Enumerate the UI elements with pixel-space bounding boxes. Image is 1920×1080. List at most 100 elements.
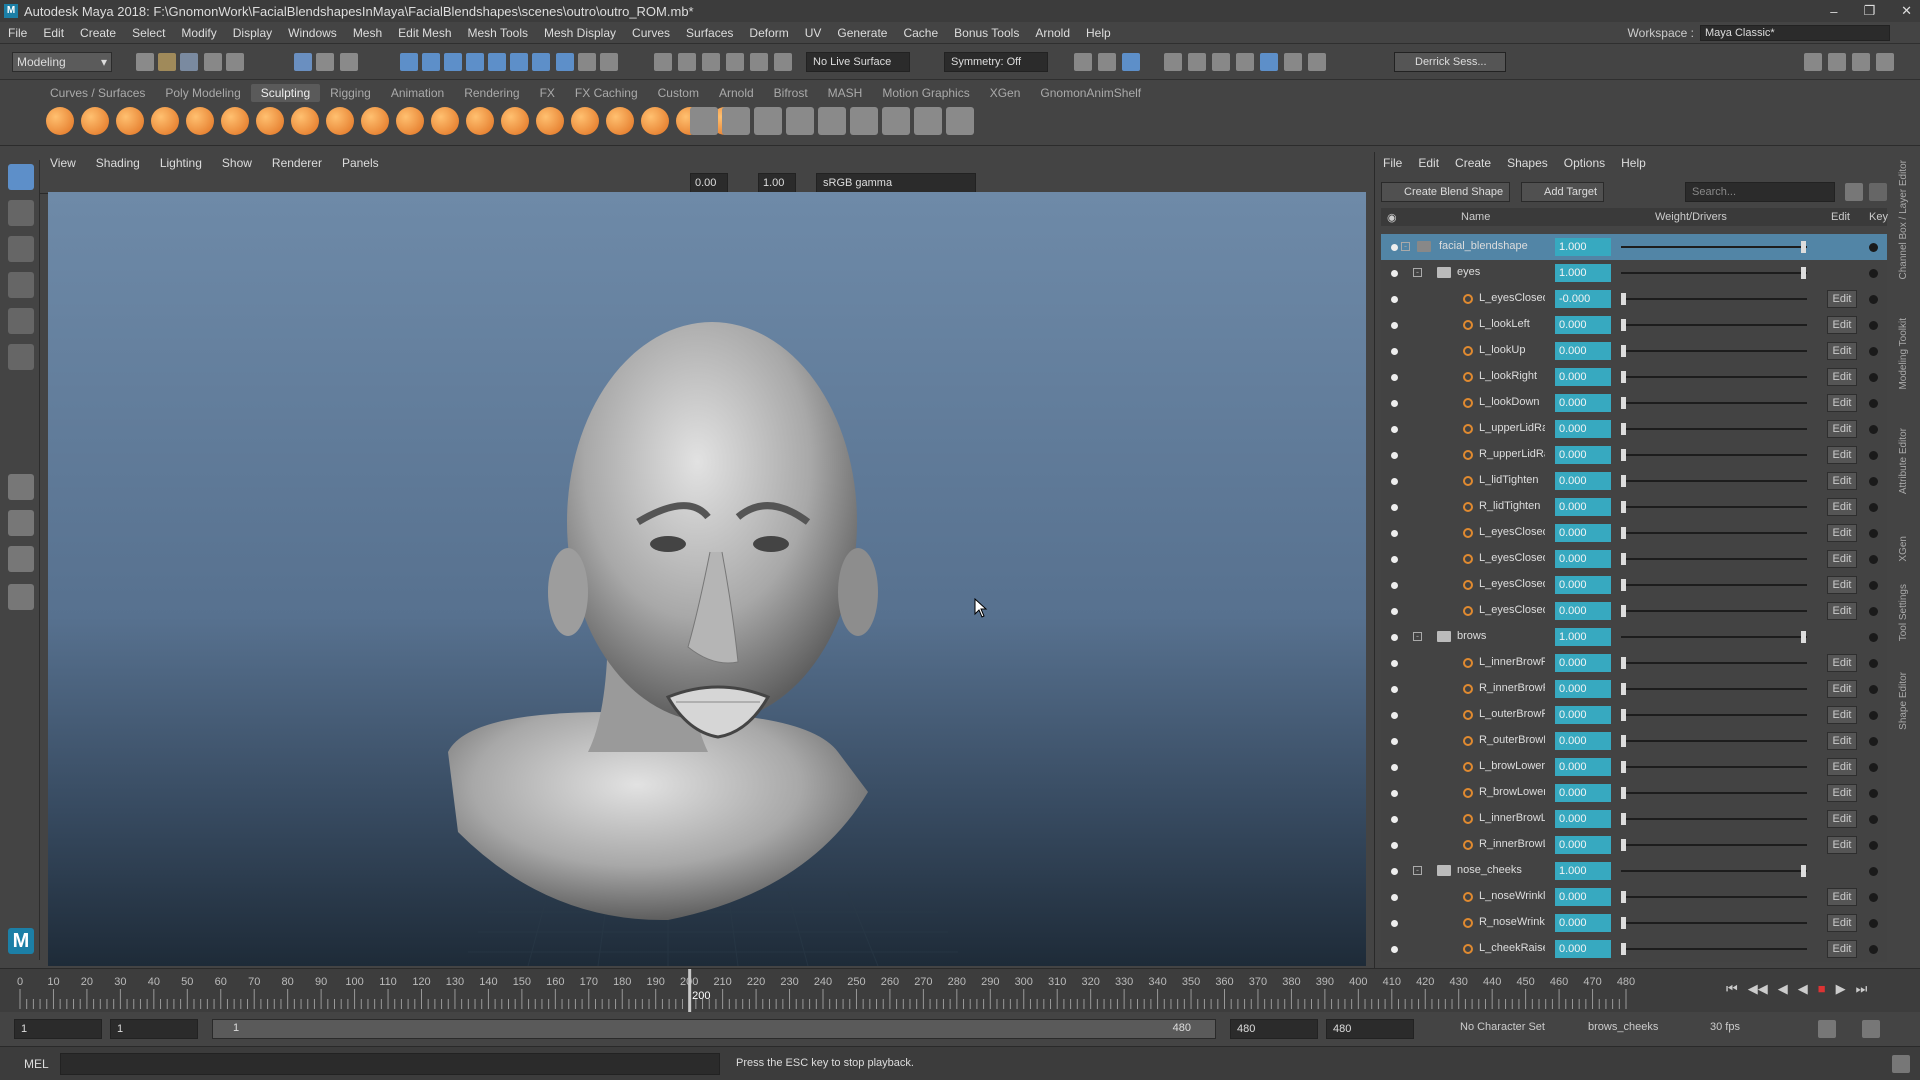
weight-slider-handle[interactable] <box>1621 371 1626 383</box>
weight-slider-handle[interactable] <box>1621 527 1626 539</box>
lasso-icon[interactable] <box>654 53 672 71</box>
weight-slider-track[interactable] <box>1621 818 1807 820</box>
sculpt-pinch-icon[interactable] <box>186 107 214 135</box>
shelf-tab-mash[interactable]: MASH <box>818 84 873 102</box>
shape-editor-row[interactable]: R_browLower 0.000 Edit <box>1381 780 1887 806</box>
menu-item-edit-mesh[interactable]: Edit Mesh <box>390 26 459 40</box>
shape-editor-row[interactable]: L_lookLeft 0.000 Edit <box>1381 312 1887 338</box>
transfer-icon[interactable] <box>818 107 846 135</box>
weight-slider-handle[interactable] <box>1621 657 1626 669</box>
weight-field[interactable]: 0.000 <box>1555 784 1611 802</box>
edit-button[interactable]: Edit <box>1827 524 1857 542</box>
shelf-tab-xgen[interactable]: XGen <box>980 84 1031 102</box>
anim-layer-dropdown[interactable]: brows_cheeks <box>1588 1021 1658 1033</box>
key-button[interactable] <box>1869 867 1878 876</box>
new-scene-icon[interactable] <box>136 53 154 71</box>
shape-editor-menu-help[interactable]: Help <box>1613 156 1654 170</box>
edit-button[interactable]: Edit <box>1827 342 1857 360</box>
delete-icon[interactable] <box>1869 183 1887 201</box>
menu-item-create[interactable]: Create <box>72 26 124 40</box>
shape-editor-row[interactable]: - brows 1.000 <box>1381 624 1887 650</box>
start-time-field[interactable]: 1 <box>14 1019 102 1039</box>
visibility-toggle-icon[interactable] <box>1391 530 1398 537</box>
key-button[interactable] <box>1869 477 1878 486</box>
menu-item-mesh[interactable]: Mesh <box>345 26 390 40</box>
menu-item-deform[interactable]: Deform <box>741 26 796 40</box>
weight-slider-track[interactable] <box>1621 428 1807 430</box>
menu-item-edit[interactable]: Edit <box>35 26 72 40</box>
shape-editor-row[interactable]: L_upperLidRaise 0.000 Edit <box>1381 416 1887 442</box>
shelf-tab-poly-modeling[interactable]: Poly Modeling <box>155 84 250 102</box>
layers-icon[interactable] <box>754 107 782 135</box>
pivot-icon[interactable] <box>750 53 768 71</box>
menu-item-select[interactable]: Select <box>124 26 173 40</box>
weight-field[interactable]: 0.000 <box>1555 602 1611 620</box>
weight-slider-track[interactable] <box>1621 298 1807 300</box>
side-tab-xgen[interactable]: XGen <box>1898 536 1909 562</box>
workspace-dropdown[interactable]: Maya Classic* <box>1700 25 1890 41</box>
visibility-toggle-icon[interactable] <box>1391 582 1398 589</box>
hypershade-icon[interactable] <box>1188 53 1206 71</box>
history-icon[interactable] <box>556 53 574 71</box>
menu-item-cache[interactable]: Cache <box>895 26 946 40</box>
render-frame-icon[interactable] <box>1098 53 1116 71</box>
set-key-icon[interactable] <box>786 107 814 135</box>
weight-slider-handle[interactable] <box>1801 631 1806 643</box>
toggle-channel-box-icon[interactable] <box>1876 53 1894 71</box>
viewport-menu-shading[interactable]: Shading <box>86 156 150 170</box>
key-button[interactable] <box>1869 529 1878 538</box>
weight-slider-handle[interactable] <box>1621 501 1626 513</box>
key-button[interactable] <box>1869 399 1878 408</box>
current-time-marker[interactable] <box>688 969 692 1013</box>
weight-field[interactable]: 0.000 <box>1555 420 1611 438</box>
shelf-tab-fx[interactable]: FX <box>530 84 565 102</box>
minimize-icon[interactable]: – <box>1830 4 1837 19</box>
light-editor-icon[interactable] <box>1236 53 1254 71</box>
scale-tool-icon[interactable] <box>8 344 34 370</box>
shape-editor-menu-edit[interactable]: Edit <box>1410 156 1447 170</box>
shape-editor-row[interactable]: L_eyesClosed -0.000 Edit <box>1381 286 1887 312</box>
viewport-menu-panels[interactable]: Panels <box>332 156 389 170</box>
key-button[interactable] <box>1869 711 1878 720</box>
visibility-toggle-icon[interactable] <box>1391 634 1398 641</box>
outliner-icon[interactable] <box>8 584 34 610</box>
command-input[interactable] <box>60 1053 720 1075</box>
side-tab-channel-box-layer-editor[interactable]: Channel Box / Layer Editor <box>1898 160 1909 280</box>
visibility-toggle-icon[interactable] <box>1391 712 1398 719</box>
key-button[interactable] <box>1869 425 1878 434</box>
visibility-toggle-icon[interactable] <box>1391 894 1398 901</box>
toggle-tool-settings-icon[interactable] <box>1852 53 1870 71</box>
menu-item-help[interactable]: Help <box>1078 26 1119 40</box>
arnold-render-icon[interactable] <box>1260 53 1278 71</box>
weight-field[interactable]: 0.000 <box>1555 836 1611 854</box>
shelf-tab-animation[interactable]: Animation <box>381 84 454 102</box>
shape-editor-row[interactable]: L_innerBrowLower 0.000 Edit <box>1381 806 1887 832</box>
play-back-icon[interactable]: ◀ <box>1798 981 1808 997</box>
weight-slider-track[interactable] <box>1621 610 1807 612</box>
menu-item-surfaces[interactable]: Surfaces <box>678 26 741 40</box>
visibility-toggle-icon[interactable] <box>1391 452 1398 459</box>
menu-item-display[interactable]: Display <box>225 26 280 40</box>
script-editor-icon[interactable] <box>1892 1055 1910 1073</box>
brush-icon[interactable] <box>850 107 878 135</box>
visibility-toggle-icon[interactable] <box>1391 608 1398 615</box>
select-tool-icon[interactable] <box>8 164 34 190</box>
shelf-tab-fx-caching[interactable]: FX Caching <box>565 84 648 102</box>
visibility-toggle-icon[interactable] <box>1391 660 1398 667</box>
sculpt-amplify-icon[interactable] <box>606 107 634 135</box>
visibility-toggle-icon[interactable] <box>1391 244 1398 251</box>
key-button[interactable] <box>1869 841 1878 850</box>
paint-select-icon[interactable] <box>678 53 696 71</box>
shape-editor-row[interactable]: - eyes 1.000 <box>1381 260 1887 286</box>
stop-icon[interactable]: ■ <box>1818 981 1826 997</box>
shape-editor-row[interactable]: L_lookRight 0.000 Edit <box>1381 364 1887 390</box>
weight-slider-track[interactable] <box>1621 324 1807 326</box>
sculpt-freeze-icon[interactable] <box>641 107 669 135</box>
fps-dropdown[interactable]: 30 fps <box>1710 1021 1740 1033</box>
weight-slider-handle[interactable] <box>1621 605 1626 617</box>
side-tab-tool-settings[interactable]: Tool Settings <box>1898 584 1909 641</box>
key-button[interactable] <box>1869 893 1878 902</box>
expand-collapse-icon[interactable]: - <box>1413 268 1422 277</box>
visibility-toggle-icon[interactable] <box>1391 686 1398 693</box>
shelf-tab-rigging[interactable]: Rigging <box>320 84 381 102</box>
